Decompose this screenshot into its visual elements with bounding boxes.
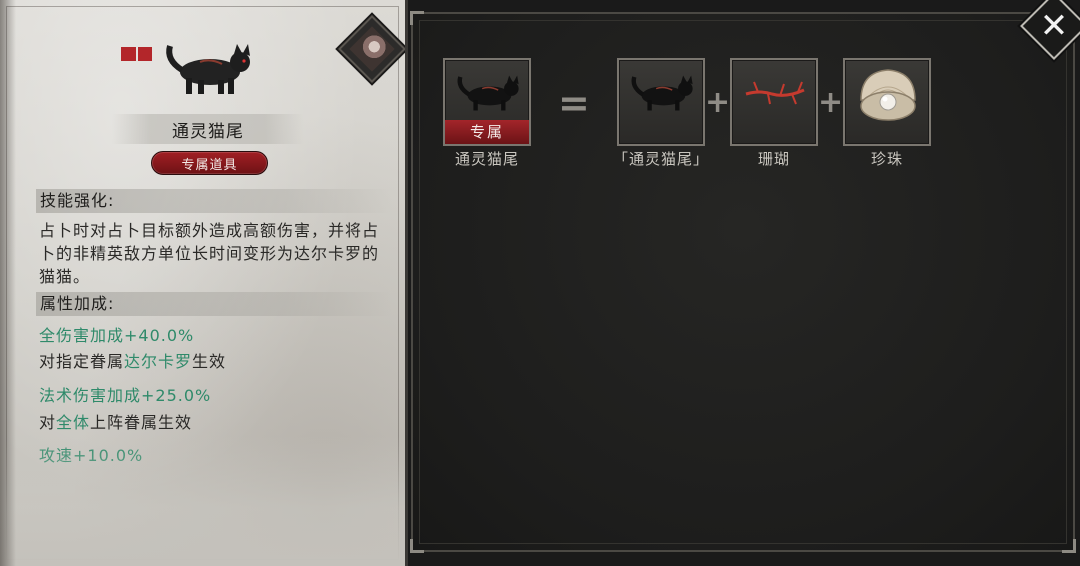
stat-value: 法术伤害加成+25.0%: [39, 386, 212, 405]
stat-note: 对全体上阵眷属生效: [39, 413, 193, 432]
stat-value: 攻速+10.0%: [39, 446, 144, 465]
skill-section-header: 技能强化:: [36, 189, 392, 213]
rarity-tag: [121, 47, 152, 61]
item-name: 通灵猫尾: [112, 114, 304, 144]
ingredient-label: 珍珠: [870, 150, 903, 168]
plus-symbol: +: [705, 85, 731, 120]
attribute-section-header: 属性加成:: [36, 292, 392, 316]
black-cat-icon: [631, 75, 693, 111]
item-detail-panel: 通灵猫尾 专属道具 技能强化: 占卜时对占卜目标额外造成高额伤害，并将占卜的非精…: [0, 0, 408, 566]
exclusive-badge: 专属: [445, 120, 529, 144]
plus-symbol: +: [818, 85, 844, 120]
coral-icon: [745, 81, 805, 105]
result-item-slot[interactable]: 专属: [443, 58, 531, 146]
black-cat-icon: [457, 75, 519, 111]
item-type-badge: 专属道具: [151, 151, 268, 175]
stat-note: 对指定眷属达尔卡罗生效: [39, 352, 227, 371]
ingredient-slot[interactable]: [843, 58, 931, 146]
stat-value: 全伤害加成+40.0%: [39, 326, 195, 345]
skill-description: 占卜时对占卜目标额外造成高额伤害，并将占卜的非精英敌方单位长时间变形为达尔卡罗的…: [39, 221, 380, 286]
ingredient-slot[interactable]: [617, 58, 705, 146]
result-item-label: 通灵猫尾: [454, 150, 519, 168]
close-icon: ✕: [1039, 5, 1069, 46]
black-cat-icon: [166, 44, 250, 94]
ingredient-label: 珊瑚: [757, 150, 790, 168]
ingredient-label: 「通灵猫尾」: [612, 150, 709, 168]
equals-symbol: =: [558, 81, 590, 125]
pearl-icon: [860, 69, 916, 121]
character-portrait[interactable]: [338, 15, 405, 83]
ingredient-slot[interactable]: [730, 58, 818, 146]
